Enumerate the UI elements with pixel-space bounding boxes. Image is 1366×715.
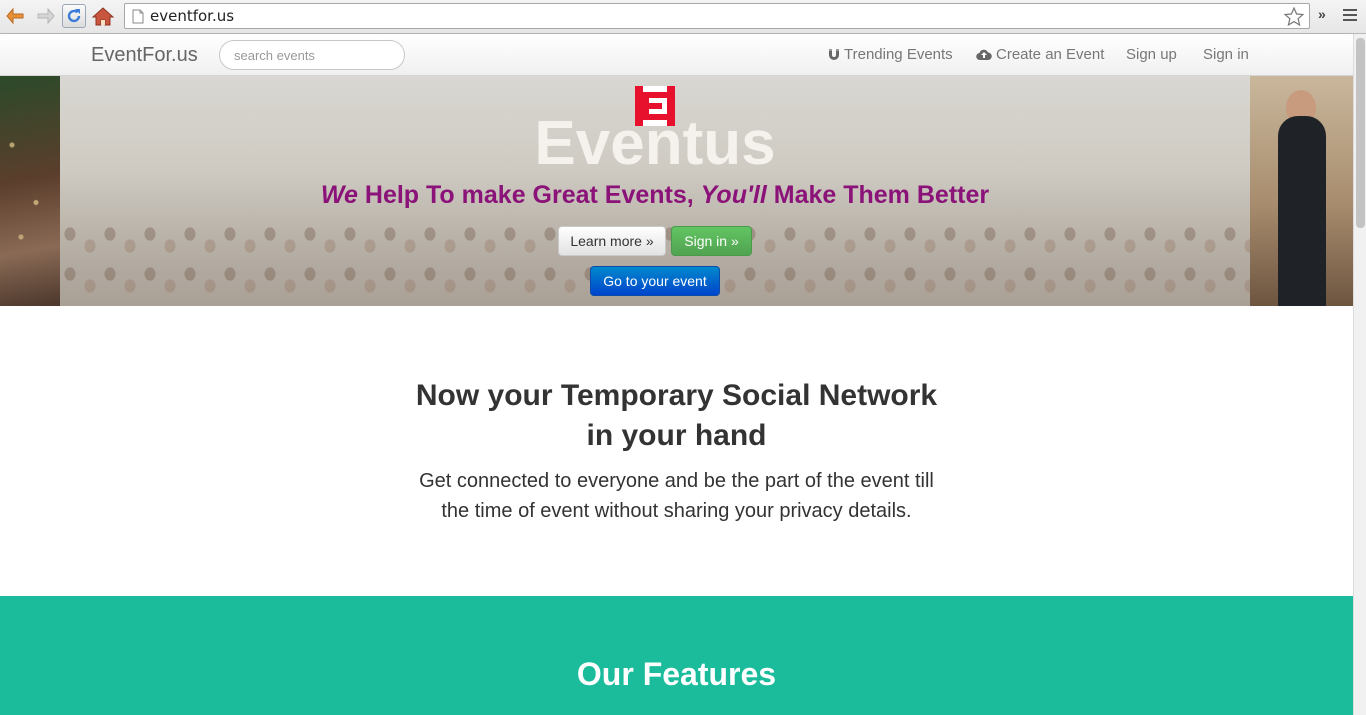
search-input[interactable]: [219, 40, 405, 70]
home-icon: [92, 7, 114, 26]
intro-description: Get connected to everyone and be the par…: [0, 466, 1353, 526]
features-section: Our Features: [0, 596, 1353, 715]
tagline-we: We: [320, 181, 358, 209]
brand-link[interactable]: EventFor.us: [91, 44, 198, 67]
nav-create-event[interactable]: Create an Event: [976, 46, 1104, 63]
tagline-end: Make Them Better: [766, 181, 990, 209]
menu-icon[interactable]: [1343, 9, 1357, 24]
star-icon[interactable]: [1284, 7, 1304, 26]
site-navbar: EventFor.us Trending Events Create an Ev…: [0, 34, 1353, 76]
arrow-right-icon: [37, 7, 55, 25]
page-icon: [132, 9, 144, 24]
intro-text-line2: the time of event without sharing your p…: [441, 500, 912, 522]
home-button[interactable]: [91, 4, 115, 28]
reload-icon: [67, 9, 81, 23]
nav-trending-events[interactable]: Trending Events: [828, 46, 953, 63]
page-scrollbar[interactable]: [1353, 34, 1366, 715]
nav-sign-up-label: Sign up: [1126, 46, 1177, 63]
cloud-upload-icon: [976, 49, 992, 61]
nav-sign-in[interactable]: Sign in: [1203, 46, 1249, 63]
intro-text-line1: Get connected to everyone and be the par…: [419, 470, 934, 492]
scrollbar-thumb[interactable]: [1356, 38, 1365, 228]
nav-sign-in-label: Sign in: [1203, 46, 1249, 63]
go-to-event-button[interactable]: Go to your event: [590, 266, 720, 296]
nav-create-label: Create an Event: [996, 46, 1105, 63]
hero-sign-in-button[interactable]: Sign in »: [671, 226, 752, 256]
tagline-youll: You'll: [700, 181, 767, 209]
forward-button[interactable]: [33, 4, 57, 28]
back-button[interactable]: [4, 4, 28, 28]
features-heading: Our Features: [576, 656, 777, 692]
tagline-middle: Help To make Great Events,: [357, 181, 701, 209]
browser-toolbar: eventfor.us »: [0, 0, 1366, 34]
nav-trending-label: Trending Events: [844, 46, 953, 63]
url-text: eventfor.us: [150, 7, 235, 25]
intro-heading: Now your Temporary Social Network in you…: [0, 376, 1353, 456]
reload-button[interactable]: [62, 4, 86, 28]
hero-title: Eventus: [534, 109, 776, 178]
magnet-icon: [829, 49, 839, 60]
intro-heading-line2: in your hand: [586, 419, 767, 452]
hero-tagline: We Help To make Great Events, You'll Mak…: [0, 181, 1310, 210]
arrow-left-icon: [6, 7, 24, 25]
extensions-overflow[interactable]: »: [1318, 6, 1326, 22]
intro-heading-line1: Now your Temporary Social Network: [415, 379, 938, 412]
learn-more-button[interactable]: Learn more »: [558, 226, 666, 256]
address-bar[interactable]: eventfor.us: [124, 3, 1310, 29]
nav-sign-up[interactable]: Sign up: [1126, 46, 1177, 63]
